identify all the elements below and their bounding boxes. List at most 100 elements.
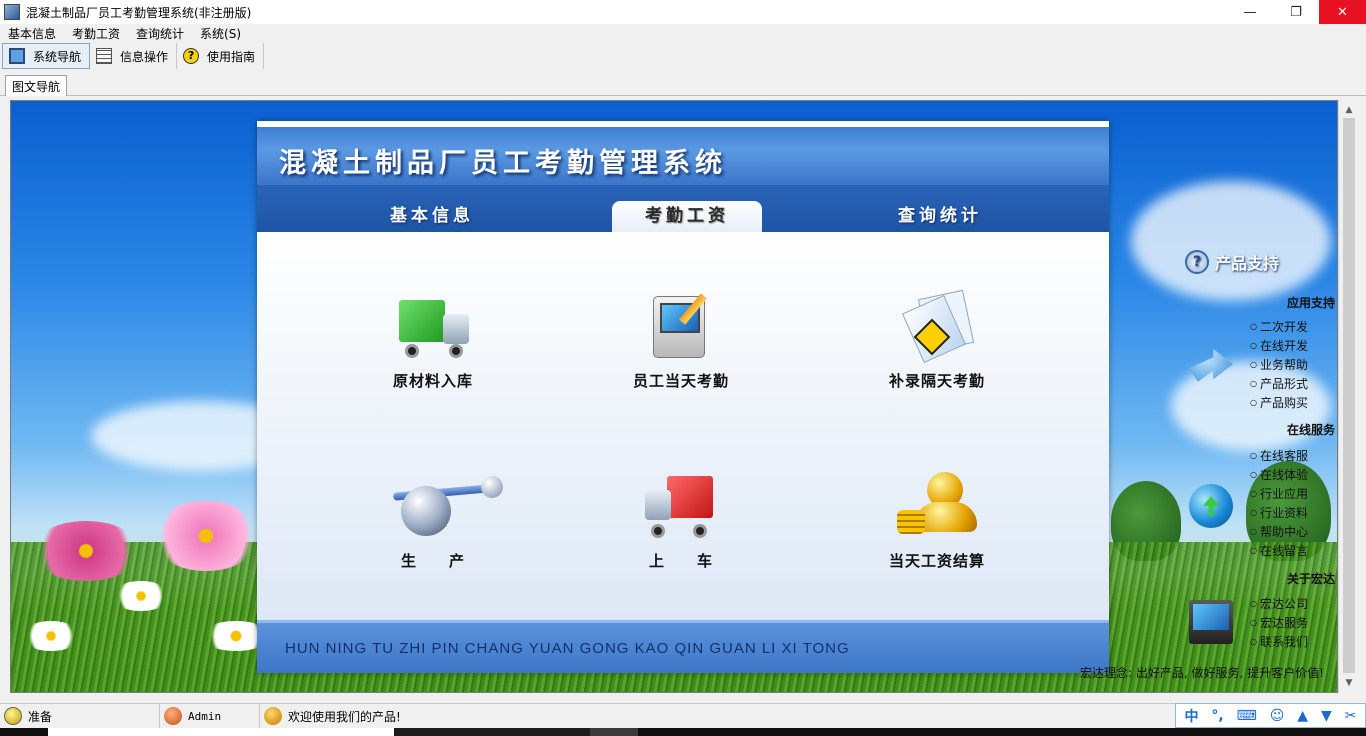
red-truck-icon (641, 472, 721, 542)
link-online-support[interactable]: 在线客服 (1250, 447, 1308, 464)
user-icon (164, 707, 182, 725)
close-button[interactable]: ✕ (1319, 0, 1366, 24)
user-guide-button[interactable]: ? 使用指南 (177, 43, 265, 69)
taskbar-active-app[interactable] (590, 728, 638, 736)
raw-material-entry-label: 原材料入库 (392, 372, 473, 390)
loading-label: 上 车 (648, 552, 713, 570)
monitor-icon (1189, 600, 1233, 644)
menu-basic-info[interactable]: 基本信息 (0, 25, 64, 42)
ime-keyboard-icon[interactable]: ⌨ (1237, 708, 1257, 724)
panel-tab-attendance-wages[interactable]: 考勤工资 (612, 201, 762, 232)
computer-icon (641, 292, 721, 362)
user-guide-label: 使用指南 (207, 49, 256, 64)
monitor-icon (9, 48, 25, 64)
link-online-dev[interactable]: 在线开发 (1250, 337, 1308, 354)
backfill-attendance-label: 补录隔天考勤 (888, 372, 985, 390)
white-flower (111, 581, 171, 611)
system-nav-button[interactable]: 系统导航 (2, 43, 91, 69)
menu-attendance-wages[interactable]: 考勤工资 (64, 25, 128, 42)
ime-toolbar[interactable]: 中 °, ⌨ ☺ ▲ ▼ ✂ (1175, 703, 1366, 728)
menu-bar: 基本信息 考勤工资 查询统计 系统(S) (0, 24, 1366, 42)
panel-footer: HUN NING TU ZHI PIN CHANG YUAN GONG KAO … (257, 620, 1109, 673)
link-hongda-service[interactable]: 宏达服务 (1250, 614, 1308, 631)
nav-panel: 混凝土制品厂员工考勤管理系统 基本信息 考勤工资 查询统计 原材料入库 员工当天… (257, 121, 1109, 673)
link-online-trial[interactable]: 在线体验 (1250, 466, 1308, 483)
scroll-thumb[interactable] (1343, 118, 1355, 673)
raw-material-entry-button[interactable]: 原材料入库 (343, 292, 523, 391)
users-icon (264, 707, 282, 725)
help-icon: ? (183, 48, 200, 64)
daily-attendance-label: 员工当天考勤 (632, 372, 729, 390)
daily-wage-settlement-button[interactable]: 当天工资结算 (847, 472, 1027, 571)
info-ops-button[interactable]: 信息操作 (90, 43, 178, 69)
panel-tab-basic-info[interactable]: 基本信息 (357, 201, 507, 232)
daily-attendance-button[interactable]: 员工当天考勤 (591, 292, 771, 391)
link-business-help[interactable]: 业务帮助 (1250, 356, 1308, 373)
status-welcome: 欢迎使用我们的产品! (260, 704, 560, 729)
white-flower (21, 621, 81, 651)
panel-tab-query-stats[interactable]: 查询统计 (865, 201, 1015, 232)
app-icon (4, 4, 20, 20)
menu-query-stats[interactable]: 查询统计 (128, 25, 192, 42)
status-ready-text: 准备 (28, 709, 53, 724)
link-industry-apps[interactable]: 行业应用 (1250, 485, 1308, 502)
document-sign-icon (897, 289, 977, 364)
production-button[interactable]: 生 产 (343, 472, 523, 571)
green-truck-icon (393, 292, 473, 362)
link-contact-us[interactable]: 联系我们 (1250, 633, 1308, 650)
ready-icon (4, 707, 22, 725)
maximize-button[interactable]: ❐ (1273, 0, 1319, 24)
taskbar-search[interactable] (48, 728, 394, 736)
toolbar: 系统导航 信息操作 ? 使用指南 (0, 42, 1366, 70)
window-controls: — ❐ ✕ (1227, 0, 1366, 24)
status-welcome-text: 欢迎使用我们的产品! (288, 709, 401, 724)
backfill-attendance-button[interactable]: 补录隔天考勤 (847, 289, 1027, 391)
grid-icon (96, 48, 113, 64)
link-secondary-dev[interactable]: 二次开发 (1250, 318, 1308, 335)
link-help-center[interactable]: 帮助中心 (1250, 523, 1308, 540)
company-motto: 宏达理念: 出好产品, 做好服务, 提升客户价值! (1080, 666, 1324, 680)
production-label: 生 产 (400, 552, 465, 570)
question-icon: ? (1185, 250, 1209, 274)
link-industry-docs[interactable]: 行业资料 (1250, 504, 1308, 521)
ime-up-icon[interactable]: ▲ (1297, 708, 1308, 724)
scroll-up-arrow[interactable]: ▲ (1339, 102, 1359, 118)
link-product-form[interactable]: 产品形式 (1250, 375, 1308, 392)
vertical-scrollbar[interactable]: ▲ ▼ (1338, 100, 1358, 693)
gold-person-icon (897, 472, 977, 542)
system-nav-label: 系统导航 (33, 49, 82, 64)
ime-emoji-icon[interactable]: ☺ (1270, 708, 1285, 724)
section-about: 关于宏达 (1286, 572, 1335, 586)
info-ops-label: 信息操作 (120, 49, 169, 64)
link-product-purchase[interactable]: 产品购买 (1250, 394, 1308, 411)
ime-punct-icon[interactable]: °, (1211, 708, 1223, 724)
status-ready: 准备 (0, 703, 160, 729)
tab-graphic-nav[interactable]: 图文导航 (5, 75, 68, 96)
panel-header: 混凝土制品厂员工考勤管理系统 (257, 121, 1109, 185)
title-bar: 混凝土制品厂员工考勤管理系统(非注册版) — ❐ ✕ (0, 0, 1366, 24)
ime-mode-icon[interactable]: 中 (1184, 706, 1198, 726)
link-online-message[interactable]: 在线留言 (1250, 542, 1308, 559)
panel-title: 混凝土制品厂员工考勤管理系统 (279, 148, 727, 179)
production-icon (392, 472, 504, 542)
scroll-down-arrow[interactable]: ▼ (1339, 675, 1359, 691)
ime-scissors-icon[interactable]: ✂ (1345, 708, 1357, 724)
taskbar-app[interactable] (394, 728, 590, 736)
section-online-service: 在线服务 (1286, 423, 1335, 437)
loading-button[interactable]: 上 车 (591, 472, 771, 571)
ime-down-icon[interactable]: ▼ (1321, 708, 1332, 724)
support-title: ? 产品支持 (1185, 250, 1279, 274)
arrow-icon (1189, 348, 1233, 382)
status-bar: 准备 Admin 欢迎使用我们的产品! (0, 703, 1366, 729)
daily-wage-settlement-label: 当天工资结算 (888, 552, 985, 570)
support-title-text: 产品支持 (1215, 254, 1280, 273)
minimize-button[interactable]: — (1227, 0, 1273, 24)
section-app-support: 应用支持 (1286, 296, 1335, 310)
panel-body: 原材料入库 员工当天考勤 补录隔天考勤 生 产 上 车 当天工资结算 (257, 232, 1109, 620)
link-hongda-company[interactable]: 宏达公司 (1250, 595, 1308, 612)
globe-icon (1189, 484, 1233, 528)
status-user-text: Admin (188, 709, 222, 723)
tab-strip: 图文导航 (0, 72, 1366, 96)
menu-system[interactable]: 系统(S) (192, 25, 249, 42)
window-title: 混凝土制品厂员工考勤管理系统(非注册版) (26, 5, 252, 20)
